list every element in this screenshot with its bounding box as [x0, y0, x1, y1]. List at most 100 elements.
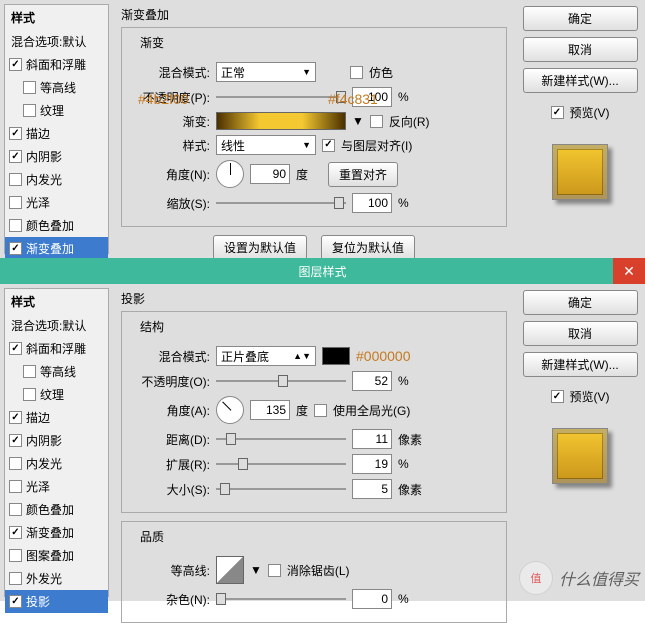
sidebar-item[interactable]: 投影: [5, 590, 108, 613]
style-checkbox[interactable]: [9, 173, 22, 186]
opacity-value[interactable]: 52: [352, 371, 392, 391]
angle-dial[interactable]: [210, 390, 250, 430]
style-checkbox[interactable]: [9, 58, 22, 71]
style-checkbox[interactable]: [9, 342, 22, 355]
sidebar-subtitle: 混合选项:默认: [5, 314, 108, 337]
style-checkbox[interactable]: [9, 595, 22, 608]
sidebar-item[interactable]: 等高线: [5, 76, 108, 99]
angle-label: 角度(A):: [132, 402, 210, 419]
blend-select[interactable]: 正片叠底▲▼: [216, 346, 316, 366]
angle-dial[interactable]: [216, 160, 244, 188]
style-checkbox[interactable]: [23, 104, 36, 117]
sidebar-item[interactable]: 等高线: [5, 360, 108, 383]
angle-value[interactable]: 90: [250, 164, 290, 184]
scale-slider[interactable]: [216, 195, 346, 211]
scale-value[interactable]: 100: [352, 193, 392, 213]
preview-swatch: [552, 428, 608, 484]
dither-checkbox[interactable]: [350, 66, 363, 79]
distance-value[interactable]: 11: [352, 429, 392, 449]
style-checkbox[interactable]: [9, 411, 22, 424]
reverse-checkbox[interactable]: [370, 115, 383, 128]
sidebar-item[interactable]: 内发光: [5, 168, 108, 191]
ok-button[interactable]: 确定: [523, 290, 638, 315]
cancel-button[interactable]: 取消: [523, 37, 638, 62]
sidebar-item[interactable]: 内阴影: [5, 145, 108, 168]
spread-value[interactable]: 19: [352, 454, 392, 474]
cancel-button[interactable]: 取消: [523, 321, 638, 346]
style-checkbox[interactable]: [9, 457, 22, 470]
sidebar-item-label: 纹理: [40, 102, 64, 119]
sidebar-item[interactable]: 渐变叠加: [5, 237, 108, 260]
angle-value[interactable]: 135: [250, 400, 290, 420]
style-checkbox[interactable]: [9, 150, 22, 163]
reset-default-button[interactable]: 复位为默认值: [321, 235, 415, 260]
global-light-label: 使用全局光(G): [333, 402, 410, 419]
style-checkbox[interactable]: [23, 365, 36, 378]
color-swatch[interactable]: [322, 347, 350, 365]
watermark-icon: 值: [519, 561, 553, 595]
style-checkbox[interactable]: [9, 572, 22, 585]
sidebar-item[interactable]: 图案叠加: [5, 544, 108, 567]
style-sidebar: 样式 混合选项:默认 斜面和浮雕等高线纹理描边内阴影内发光光泽颜色叠加渐变叠加: [4, 4, 109, 254]
style-checkbox[interactable]: [23, 388, 36, 401]
sidebar-item[interactable]: 内阴影: [5, 429, 108, 452]
opacity-slider[interactable]: [216, 89, 346, 105]
style-checkbox[interactable]: [9, 526, 22, 539]
sidebar-item[interactable]: 描边: [5, 406, 108, 429]
gradient-preview[interactable]: [216, 112, 346, 130]
preview-checkbox[interactable]: [551, 390, 564, 403]
style-checkbox[interactable]: [9, 549, 22, 562]
spread-slider[interactable]: [216, 456, 346, 472]
sidebar-item-label: 渐变叠加: [26, 240, 74, 257]
opacity-slider[interactable]: [216, 373, 346, 389]
new-style-button[interactable]: 新建样式(W)...: [523, 352, 638, 377]
blend-select[interactable]: 正常▼: [216, 62, 316, 82]
style-checkbox[interactable]: [9, 434, 22, 447]
style-select[interactable]: 线性▼: [216, 135, 316, 155]
sidebar-item[interactable]: 外发光: [5, 567, 108, 590]
sidebar-item[interactable]: 纹理: [5, 99, 108, 122]
close-icon[interactable]: ✕: [613, 258, 645, 284]
sidebar-item-label: 等高线: [40, 363, 76, 380]
style-checkbox[interactable]: [9, 480, 22, 493]
sidebar-item[interactable]: 纹理: [5, 383, 108, 406]
ok-button[interactable]: 确定: [523, 6, 638, 31]
distance-slider[interactable]: [216, 431, 346, 447]
sidebar-item[interactable]: 描边: [5, 122, 108, 145]
antialias-checkbox[interactable]: [268, 564, 281, 577]
align-checkbox[interactable]: [322, 139, 335, 152]
style-checkbox[interactable]: [9, 219, 22, 232]
sidebar-item[interactable]: 颜色叠加: [5, 214, 108, 237]
new-style-button[interactable]: 新建样式(W)...: [523, 68, 638, 93]
sidebar-item[interactable]: 渐变叠加: [5, 521, 108, 544]
noise-value[interactable]: 0: [352, 589, 392, 609]
global-light-checkbox[interactable]: [314, 404, 327, 417]
blend-label: 混合模式:: [132, 348, 210, 365]
sidebar-item[interactable]: 斜面和浮雕: [5, 53, 108, 76]
scale-label: 缩放(S):: [132, 195, 210, 212]
style-checkbox[interactable]: [9, 196, 22, 209]
size-slider[interactable]: [216, 481, 346, 497]
sidebar-item-label: 光泽: [26, 478, 50, 495]
sidebar-item-label: 图案叠加: [26, 547, 74, 564]
style-checkbox[interactable]: [9, 242, 22, 255]
sidebar-item[interactable]: 光泽: [5, 475, 108, 498]
sidebar-item[interactable]: 斜面和浮雕: [5, 337, 108, 360]
size-value[interactable]: 5: [352, 479, 392, 499]
sidebar-item[interactable]: 内发光: [5, 452, 108, 475]
style-checkbox[interactable]: [9, 503, 22, 516]
noise-slider[interactable]: [216, 591, 346, 607]
contour-picker[interactable]: [216, 556, 244, 584]
sidebar-item[interactable]: 颜色叠加: [5, 498, 108, 521]
sidebar-title: 样式: [5, 5, 108, 30]
preview-checkbox[interactable]: [551, 106, 564, 119]
style-checkbox[interactable]: [9, 127, 22, 140]
opacity-value[interactable]: 100: [352, 87, 392, 107]
style-sidebar: 样式 混合选项:默认 斜面和浮雕等高线纹理描边内阴影内发光光泽颜色叠加渐变叠加图…: [4, 288, 109, 597]
sidebar-item[interactable]: 光泽: [5, 191, 108, 214]
chevron-down-icon[interactable]: ▼: [352, 114, 364, 128]
style-checkbox[interactable]: [23, 81, 36, 94]
set-default-button[interactable]: 设置为默认值: [213, 235, 307, 260]
dither-label: 仿色: [369, 64, 393, 81]
reset-align-button[interactable]: 重置对齐: [328, 162, 398, 187]
